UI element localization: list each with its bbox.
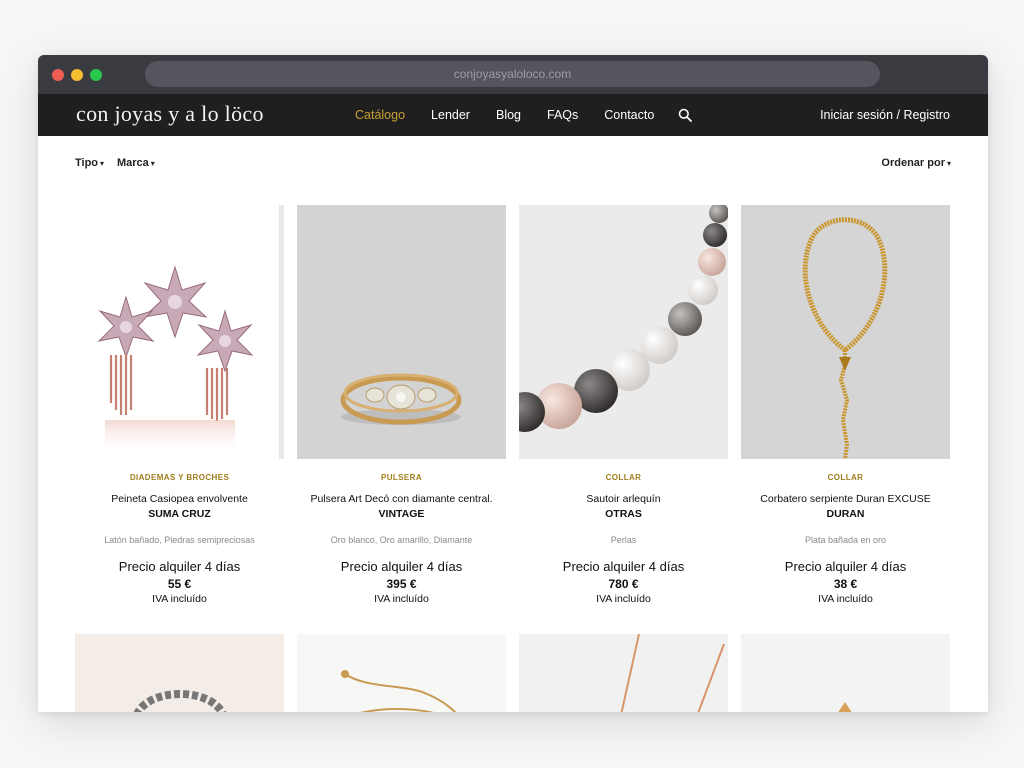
sort-label: Ordenar por <box>881 157 945 169</box>
product-image-rose-chain[interactable] <box>519 634 728 712</box>
product-brand: OTRAS <box>605 508 642 520</box>
product-category: COLLAR <box>605 473 642 482</box>
product-brand: DURAN <box>826 508 865 520</box>
product-materials: Oro blanco, Oro amarillo, Diamante <box>330 535 473 545</box>
product-brand: VINTAGE <box>378 508 425 520</box>
chevron-down-icon: ▾ <box>100 159 105 168</box>
product-price: 38 € <box>833 577 858 591</box>
product-image-bracelet[interactable] <box>297 205 506 459</box>
price-label: Precio alquiler 4 días <box>340 559 463 574</box>
star-hair-comb-image <box>97 265 254 456</box>
filter-bar: Tipo ▾ Marca ▾ Ordenar por ▾ <box>38 136 988 188</box>
price-label: Precio alquiler 4 días <box>118 559 241 574</box>
nav-link-faqs[interactable]: FAQs <box>547 108 578 122</box>
price-label: Precio alquiler 4 días <box>784 559 907 574</box>
product-card[interactable]: COLLAR Sautoir arlequín OTRAS Perlas Pre… <box>519 205 728 605</box>
pearl-necklace-image <box>519 205 728 432</box>
filter-marca[interactable]: Marca ▾ <box>117 157 155 169</box>
silver-chain-bracelet-image <box>133 690 227 712</box>
browser-chrome: conjoyasyaloloco.com <box>38 55 988 94</box>
product-price: 395 € <box>386 577 417 591</box>
filter-tipo[interactable]: Tipo ▾ <box>75 157 104 169</box>
search-icon[interactable] <box>678 108 693 122</box>
product-image-hair-comb[interactable] <box>75 205 284 459</box>
product-brand: SUMA CRUZ <box>148 508 211 520</box>
product-category: DIADEMAS Y BROCHES <box>129 473 230 482</box>
art-deco-bracelet-image <box>340 373 462 425</box>
site-header: con joyas y a lo löco Catálogo Lender Bl… <box>38 94 988 136</box>
site-logo[interactable]: con joyas y a lo löco <box>76 99 264 129</box>
nav-link-contacto[interactable]: Contacto <box>604 108 654 122</box>
product-image-necklace[interactable] <box>741 205 950 459</box>
nav-link-blog[interactable]: Blog <box>496 108 521 122</box>
product-materials: Perlas <box>610 535 637 545</box>
product-materials: Plata bañada en oro <box>804 535 887 545</box>
product-price: 780 € <box>608 577 639 591</box>
gold-snake-necklace-image <box>802 217 888 459</box>
product-price: 55 € <box>167 577 192 591</box>
gold-chain-image <box>341 670 457 712</box>
maximize-window-button[interactable] <box>90 69 102 81</box>
product-image-pearls[interactable] <box>519 205 728 459</box>
address-bar[interactable]: conjoyasyaloloco.com <box>145 61 880 87</box>
product-name[interactable]: Sautoir arlequín <box>519 493 728 505</box>
filter-marca-label: Marca <box>117 157 149 169</box>
tax-note: IVA incluído <box>374 593 429 605</box>
gold-pendant-image <box>838 702 852 712</box>
tax-note: IVA incluído <box>818 593 873 605</box>
filter-tipo-label: Tipo <box>75 157 99 169</box>
product-materials: Latón bañado, Piedras semipreciosas <box>104 535 255 545</box>
product-category: COLLAR <box>827 473 864 482</box>
price-label: Precio alquiler 4 días <box>562 559 685 574</box>
login-register-link[interactable]: Iniciar sesión / Registro <box>820 94 950 136</box>
tax-note: IVA incluído <box>152 593 207 605</box>
product-name[interactable]: Peineta Casiopea envolvente <box>75 493 284 505</box>
sort-dropdown[interactable]: Ordenar por ▾ <box>881 157 951 169</box>
product-name[interactable]: Pulsera Art Decó con diamante central. <box>297 493 506 505</box>
product-card[interactable]: COLLAR Corbatero serpiente Duran EXCUSE … <box>741 205 950 605</box>
chevron-down-icon: ▾ <box>946 159 951 168</box>
nav-link-catalogo[interactable]: Catálogo <box>355 108 405 122</box>
product-image-gold-chain[interactable] <box>297 634 506 712</box>
product-image-gold-piece[interactable] <box>741 634 950 712</box>
product-card[interactable]: PULSERA Pulsera Art Decó con diamante ce… <box>297 205 506 605</box>
chevron-down-icon: ▾ <box>150 159 155 168</box>
product-image-silver-bracelet[interactable] <box>75 634 284 712</box>
product-name[interactable]: Corbatero serpiente Duran EXCUSE <box>741 493 950 505</box>
tax-note: IVA incluído <box>596 593 651 605</box>
rose-gold-chain-image <box>620 634 725 712</box>
product-category: PULSERA <box>380 473 423 482</box>
main-nav: Catálogo Lender Blog FAQs Contacto <box>355 94 693 136</box>
product-card[interactable]: DIADEMAS Y BROCHES Peineta Casiopea envo… <box>75 205 284 605</box>
browser-window: conjoyasyaloloco.com con joyas y a lo lö… <box>38 55 988 712</box>
close-window-button[interactable] <box>52 69 64 81</box>
nav-link-lender[interactable]: Lender <box>431 108 470 122</box>
minimize-window-button[interactable] <box>71 69 83 81</box>
